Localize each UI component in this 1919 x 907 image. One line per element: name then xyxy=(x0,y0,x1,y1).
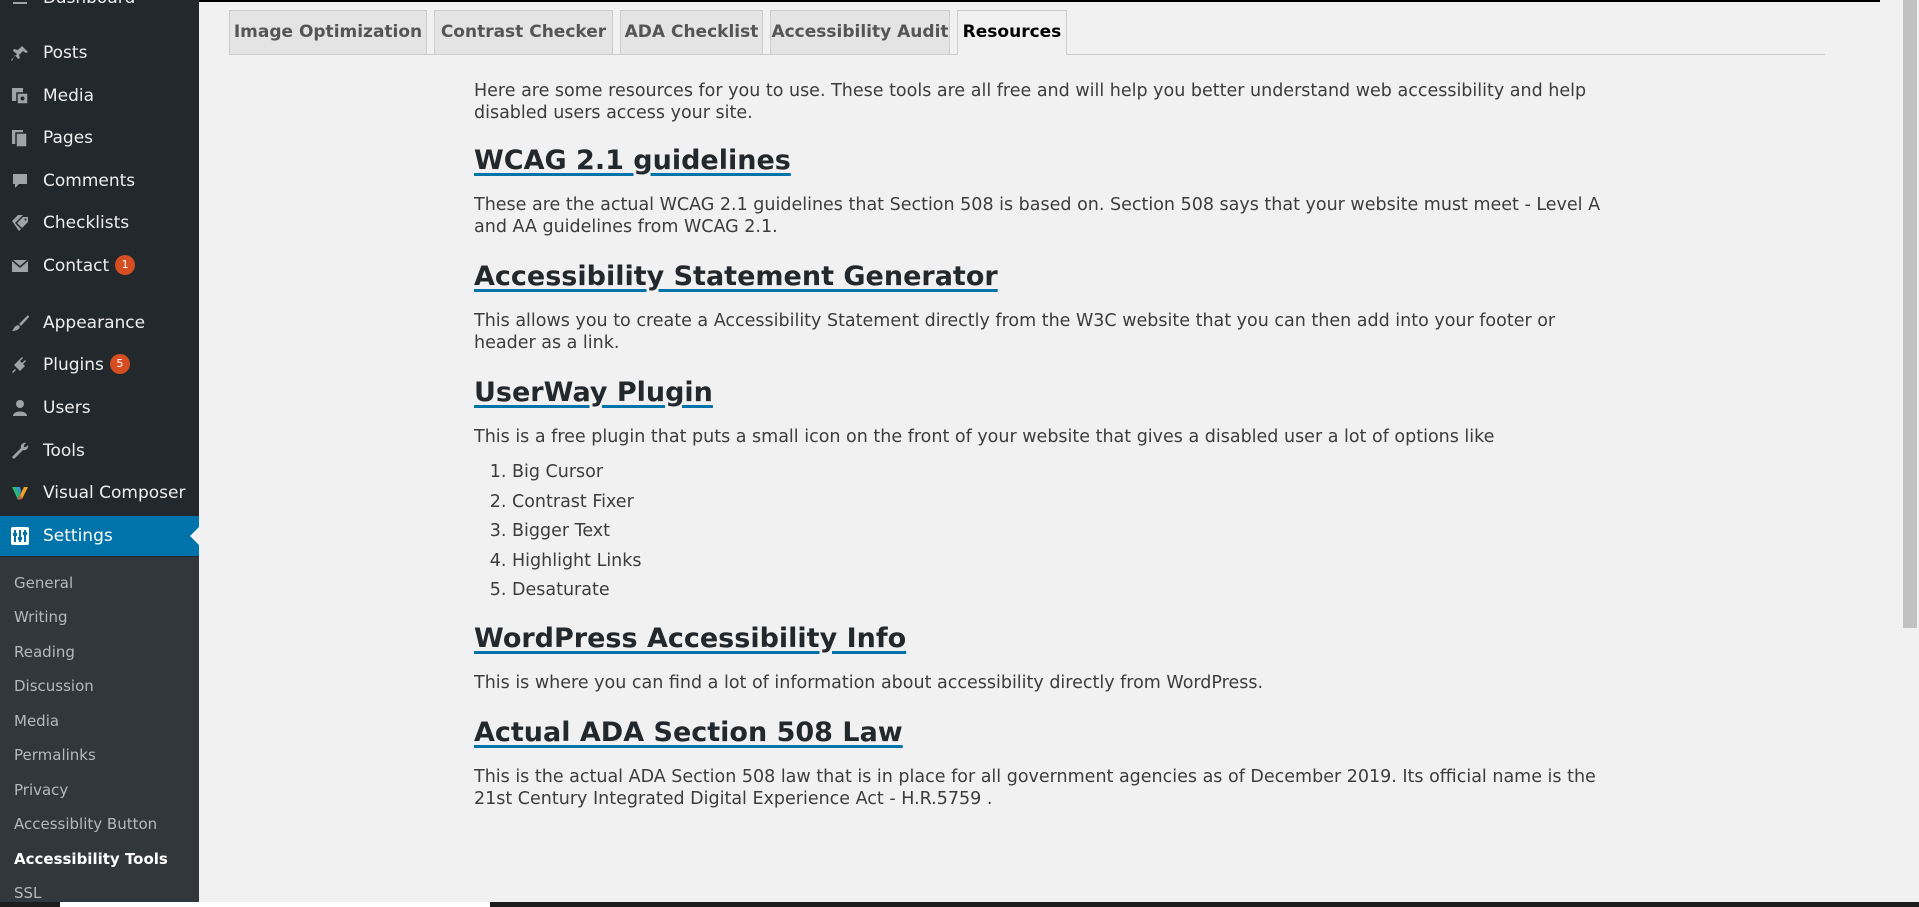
sidebar-item-label: Dashboard xyxy=(43,0,135,18)
sidebar-item-label: Settings xyxy=(43,526,113,546)
plug-icon xyxy=(9,355,31,375)
sidebar-item-label: Checklists xyxy=(43,213,130,233)
sidebar-item-posts[interactable]: Posts xyxy=(0,33,199,73)
sidebar-item-visual-composer[interactable]: Visual Composer xyxy=(0,473,199,513)
sidebar-item-dashboard[interactable]: Dashboard xyxy=(0,0,199,18)
admin-sidebar: Dashboard Posts Media Pages Comments Che… xyxy=(0,0,199,907)
sidebar-item-label: Comments xyxy=(43,171,136,191)
submenu-item-media[interactable]: Media xyxy=(14,712,59,730)
bottom-edge-segment xyxy=(490,902,1919,907)
sidebar-item-label: Pages xyxy=(43,128,94,148)
sidebar-item-plugins[interactable]: Plugins 5 xyxy=(0,345,199,385)
list-item: Bigger Text xyxy=(512,517,1614,547)
sidebar-item-appearance[interactable]: Appearance xyxy=(0,303,199,343)
intro-text: Here are some resources for you to use. … xyxy=(474,81,1587,123)
submenu-item-writing[interactable]: Writing xyxy=(14,608,68,626)
userway-features-list: Big Cursor Contrast Fixer Bigger Text Hi… xyxy=(474,458,1614,606)
submenu-item-accessibility-tools[interactable]: Accessibility Tools xyxy=(14,850,168,868)
active-indicator-arrow xyxy=(190,527,199,545)
sidebar-item-comments[interactable]: Comments xyxy=(0,161,199,201)
wrench-icon xyxy=(9,441,31,461)
scrollbar[interactable] xyxy=(1880,0,1919,907)
section-description: These are the actual WCAG 2.1 guidelines… xyxy=(474,195,1601,237)
resources-panel: Here are some resources for you to use. … xyxy=(474,80,1614,810)
brush-icon xyxy=(9,313,31,333)
tab-accessibility-audit[interactable]: Accessibility Audit xyxy=(770,10,950,54)
list-item: Desaturate xyxy=(512,576,1614,606)
bottom-edge xyxy=(0,902,1919,907)
section-heading: UserWay Plugin xyxy=(474,376,1614,410)
tags-icon xyxy=(9,213,31,233)
tab-image-optimization[interactable]: Image Optimization xyxy=(229,10,427,54)
list-item: Highlight Links xyxy=(512,547,1614,577)
sidebar-item-media[interactable]: Media xyxy=(0,76,199,116)
userway-plugin-link[interactable]: UserWay Plugin xyxy=(474,377,713,408)
settings-icon xyxy=(9,526,31,546)
sidebar-item-users[interactable]: Users xyxy=(0,388,199,428)
submenu-item-general[interactable]: General xyxy=(14,574,73,592)
sidebar-item-label: Tools xyxy=(43,441,85,461)
sidebar-item-label: Contact 1 xyxy=(43,246,136,286)
tab-ada-checklist[interactable]: ADA Checklist xyxy=(620,10,763,54)
section-heading: Accessibility Statement Generator xyxy=(474,260,1614,294)
sidebar-item-label: Appearance xyxy=(43,313,146,333)
submenu-item-privacy[interactable]: Privacy xyxy=(14,781,68,799)
media-icon xyxy=(9,86,31,106)
scrollbar-thumb[interactable] xyxy=(1903,0,1917,628)
submenu-item-discussion[interactable]: Discussion xyxy=(14,677,94,695)
pages-icon xyxy=(9,128,31,148)
accessibility-statement-generator-link[interactable]: Accessibility Statement Generator xyxy=(474,261,998,292)
section-heading: WCAG 2.1 guidelines xyxy=(474,144,1614,178)
main-content: Image Optimization Contrast Checker ADA … xyxy=(199,2,1880,902)
sidebar-item-label: Visual Composer xyxy=(43,483,186,503)
sidebar-item-label: Media xyxy=(43,86,95,106)
tab-bar: Image Optimization Contrast Checker ADA … xyxy=(229,10,1825,55)
section-heading: WordPress Accessibility Info xyxy=(474,622,1614,656)
vc-logo-icon xyxy=(9,483,31,503)
section-description: This is where you can find a lot of info… xyxy=(474,672,1264,693)
settings-submenu: General Writing Reading Discussion Media… xyxy=(0,557,199,907)
sidebar-item-settings[interactable]: Settings xyxy=(0,516,199,556)
sidebar-item-label: Users xyxy=(43,398,91,418)
user-icon xyxy=(9,398,31,418)
section-description: This is the actual ADA Section 508 law t… xyxy=(474,766,1596,809)
sidebar-item-pages[interactable]: Pages xyxy=(0,118,199,158)
pin-icon xyxy=(9,43,31,63)
sidebar-item-tools[interactable]: Tools xyxy=(0,431,199,471)
notification-badge: 1 xyxy=(115,255,136,275)
section-heading: Actual ADA Section 508 Law xyxy=(474,716,1614,750)
section-description: This allows you to create a Accessibilit… xyxy=(474,311,1556,353)
ada-section-508-law-link[interactable]: Actual ADA Section 508 Law xyxy=(474,717,903,748)
submenu-item-accessibility-button[interactable]: Accessiblity Button xyxy=(14,815,157,833)
wcag-guidelines-link[interactable]: WCAG 2.1 guidelines xyxy=(474,145,791,176)
list-item: Big Cursor xyxy=(512,458,1614,488)
mail-icon xyxy=(9,256,31,276)
tab-resources[interactable]: Resources xyxy=(957,10,1067,55)
submenu-item-ssl[interactable]: SSL xyxy=(14,884,41,902)
sidebar-item-checklists[interactable]: Checklists xyxy=(0,203,199,243)
bottom-edge-segment xyxy=(0,902,60,907)
tab-contrast-checker[interactable]: Contrast Checker xyxy=(434,10,613,54)
wordpress-accessibility-info-link[interactable]: WordPress Accessibility Info xyxy=(474,623,906,654)
notification-badge: 5 xyxy=(109,354,130,374)
sidebar-item-label: Posts xyxy=(43,43,88,63)
section-description: This is a free plugin that puts a small … xyxy=(474,427,1495,447)
list-item: Contrast Fixer xyxy=(512,488,1614,518)
dashboard-icon xyxy=(9,0,31,8)
sidebar-item-contact[interactable]: Contact 1 xyxy=(0,246,199,286)
sidebar-item-label: Plugins 5 xyxy=(43,345,130,385)
comment-icon xyxy=(9,171,31,191)
submenu-item-permalinks[interactable]: Permalinks xyxy=(14,746,96,764)
submenu-item-reading[interactable]: Reading xyxy=(14,643,75,661)
